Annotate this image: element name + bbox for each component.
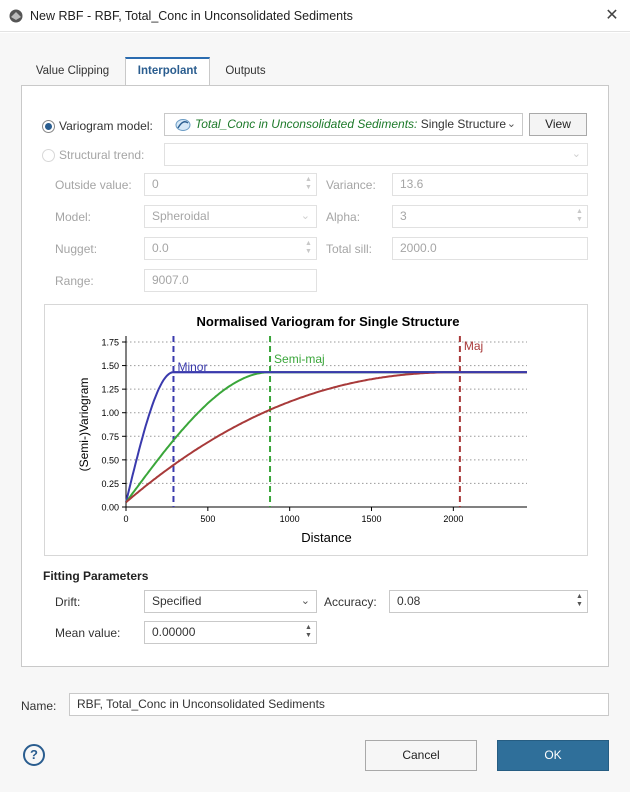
total-sill-field[interactable]: 2000.0 — [392, 237, 588, 260]
stepper-icon[interactable]: ▲ ▼ — [304, 240, 313, 257]
total-sill-label: Total sill: — [326, 242, 373, 256]
series-label-semi-maj: Semi-maj — [274, 352, 325, 366]
y-tick-label: 0.00 — [101, 503, 119, 513]
title-bar: New RBF - RBF, Total_Conc in Unconsolida… — [0, 0, 630, 32]
app-logo-icon — [9, 9, 23, 23]
x-axis-label: Distance — [301, 530, 352, 545]
nugget-label: Nugget: — [55, 242, 98, 256]
chevron-down-icon: ⌄ — [506, 118, 516, 130]
accuracy-field[interactable]: 0.08 ▲ ▼ — [389, 590, 588, 613]
y-tick-label: 1.75 — [101, 338, 119, 348]
tab-value-clipping[interactable]: Value Clipping — [22, 57, 123, 86]
help-icon[interactable]: ? — [23, 744, 45, 766]
nugget-value: 0.0 — [152, 241, 169, 255]
variogram-model-label: Variogram model: — [59, 119, 153, 133]
model-select[interactable]: Spheroidal ⌄ — [144, 205, 317, 228]
window-title: New RBF - RBF, Total_Conc in Unconsolida… — [30, 9, 353, 23]
structural-trend-label: Structural trend: — [59, 148, 145, 162]
series-label-maj: Maj — [464, 339, 483, 353]
mean-value-field[interactable]: 0.00000 ▲ ▼ — [144, 621, 317, 644]
chevron-down-icon: ⌄ — [571, 148, 581, 160]
close-icon[interactable]: ✕ — [602, 6, 622, 26]
nugget-field[interactable]: 0.0 ▲ ▼ — [144, 237, 317, 260]
y-tick-label: 1.00 — [101, 408, 119, 418]
dialog-body: Value Clipping Interpolant Outputs Vario… — [0, 33, 630, 792]
mean-value-text: 0.00000 — [152, 625, 196, 639]
y-axis-label: (Semi-)Variogram — [77, 378, 91, 472]
series-line-minor — [125, 371, 527, 503]
y-tick-label: 1.50 — [101, 361, 119, 371]
x-tick-label: 1000 — [280, 514, 300, 524]
stepper-icon[interactable]: ▲ ▼ — [304, 176, 313, 193]
stepper-icon[interactable]: ▲ ▼ — [575, 208, 584, 225]
alpha-value: 3 — [400, 209, 407, 223]
variogram-model-radio[interactable] — [42, 120, 55, 133]
drift-value: Specified — [152, 594, 202, 608]
variogram-chart-svg: 0.00 0.25 0.50 0.75 1.00 1.25 1.50 1.75 0 500 1000… — [77, 314, 527, 545]
variogram-model-structure: Single Structure — [417, 117, 507, 131]
variance-label: Variance: — [326, 178, 376, 192]
range-label: Range: — [55, 274, 94, 288]
name-input[interactable]: RBF, Total_Conc in Unconsolidated Sedime… — [69, 693, 609, 716]
y-tick-label: 0.50 — [101, 455, 119, 465]
variogram-model-select[interactable]: Total_Conc in Unconsolidated Sediments: … — [164, 113, 523, 136]
series-line-maj — [125, 371, 527, 504]
structural-trend-select[interactable]: ⌄ — [164, 143, 588, 166]
range-field[interactable]: 9007.0 — [144, 269, 317, 292]
ok-button[interactable]: OK — [497, 740, 609, 771]
stepper-icon[interactable]: ▲ ▼ — [304, 624, 313, 641]
chevron-down-icon: ⌄ — [300, 210, 310, 222]
y-tick-label: 0.25 — [101, 479, 119, 489]
x-tick-label: 2000 — [443, 514, 463, 524]
tab-interpolant[interactable]: Interpolant — [125, 57, 210, 86]
model-label: Model: — [55, 210, 92, 224]
variogram-chart: 0.00 0.25 0.50 0.75 1.00 1.25 1.50 1.75 0 500 1000… — [44, 304, 588, 556]
interpolant-panel: Variogram model: Total_Conc in Unconsoli… — [21, 85, 609, 667]
y-tick-label: 1.25 — [101, 385, 119, 395]
chevron-down-icon: ⌄ — [300, 595, 310, 607]
stepper-icon[interactable]: ▲ ▼ — [575, 593, 584, 610]
cancel-button[interactable]: Cancel — [365, 740, 477, 771]
series-line-semi-maj — [125, 371, 527, 503]
x-tick-label: 0 — [123, 514, 128, 524]
model-value: Spheroidal — [152, 209, 210, 223]
x-tick-label: 1500 — [361, 514, 381, 524]
mean-value-label: Mean value: — [55, 626, 121, 640]
fitting-parameters-title: Fitting Parameters — [43, 569, 149, 583]
accuracy-value: 0.08 — [397, 594, 421, 608]
accuracy-label: Accuracy: — [324, 595, 377, 609]
variance-field[interactable]: 13.6 — [392, 173, 588, 196]
structural-trend-radio[interactable] — [42, 149, 55, 162]
x-tick-label: 500 — [200, 514, 215, 524]
tab-outputs[interactable]: Outputs — [212, 57, 279, 86]
alpha-label: Alpha: — [326, 210, 361, 224]
drift-label: Drift: — [55, 595, 81, 609]
drift-select[interactable]: Specified ⌄ — [144, 590, 317, 613]
variogram-model-name: Total_Conc in Unconsolidated Sediments: — [195, 117, 418, 131]
variogram-icon — [175, 119, 191, 131]
outside-value-field[interactable]: 0 ▲ ▼ — [144, 173, 317, 196]
outside-value-text: 0 — [152, 177, 159, 191]
alpha-field[interactable]: 3 ▲ ▼ — [392, 205, 588, 228]
chart-title: Normalised Variogram for Single Structur… — [197, 314, 460, 329]
view-button[interactable]: View — [529, 113, 587, 136]
y-tick-label: 0.75 — [101, 432, 119, 442]
outside-value-label: Outside value: — [55, 178, 132, 192]
name-label: Name: — [21, 699, 57, 713]
